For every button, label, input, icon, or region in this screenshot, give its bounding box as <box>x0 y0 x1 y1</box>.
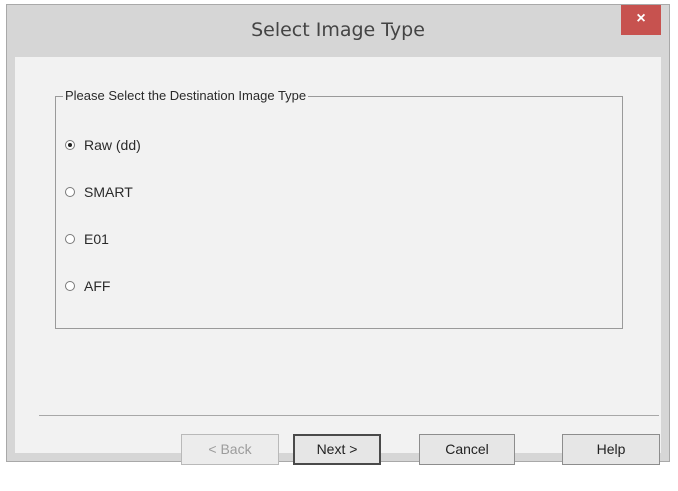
radio-option-aff[interactable]: AFF <box>65 277 110 295</box>
radio-option-raw-dd[interactable]: Raw (dd) <box>65 136 141 154</box>
image-type-group: Please Select the Destination Image Type <box>55 88 623 329</box>
radio-button-icon[interactable] <box>65 187 75 197</box>
next-button[interactable]: Next > <box>293 434 381 465</box>
close-button[interactable]: × <box>621 5 661 35</box>
radio-label: AFF <box>84 278 111 294</box>
back-button[interactable]: < Back <box>181 434 279 465</box>
title-bar[interactable]: Select Image Type × <box>7 5 669 57</box>
close-icon: × <box>636 10 646 27</box>
cancel-button[interactable]: Cancel <box>419 434 515 465</box>
radio-button-icon[interactable] <box>65 234 75 244</box>
radio-option-smart[interactable]: SMART <box>65 183 133 201</box>
radio-label: E01 <box>84 231 109 247</box>
radio-option-e01[interactable]: E01 <box>65 230 109 248</box>
radio-label: Raw (dd) <box>84 137 141 153</box>
dialog-window: Select Image Type × Please Select the De… <box>6 4 670 465</box>
dialog-body: Please Select the Destination Image Type… <box>15 57 661 465</box>
dialog-title: Select Image Type <box>251 19 425 41</box>
radio-button-icon[interactable] <box>65 140 75 150</box>
button-separator <box>39 415 659 416</box>
group-legend: Please Select the Destination Image Type <box>63 88 309 104</box>
help-button[interactable]: Help <box>562 434 660 465</box>
radio-label: SMART <box>84 184 133 200</box>
radio-button-icon[interactable] <box>65 281 75 291</box>
